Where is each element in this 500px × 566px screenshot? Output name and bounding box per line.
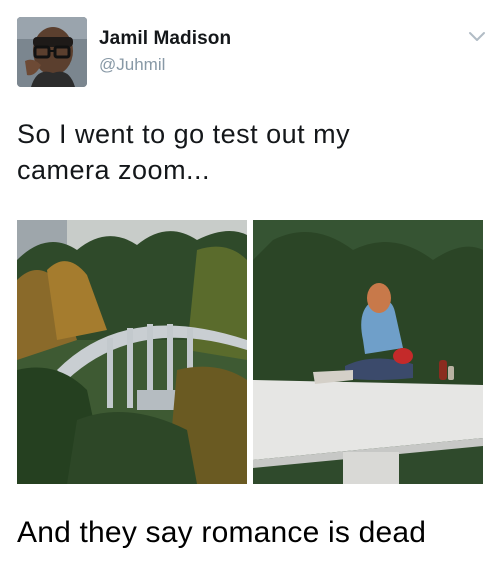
author-handle[interactable]: @Juhmil [99,55,165,75]
tweet-media [17,220,483,484]
photo-bridge-wide[interactable] [17,220,247,484]
tweet-text: So I went to go test out my camera zoom.… [17,116,477,188]
photo-bridge-zoomed[interactable] [253,220,483,484]
chevron-down-icon[interactable] [468,30,486,44]
avatar[interactable] [17,17,87,87]
tweet-header: Jamil Madison @Juhmil [0,0,500,100]
author-name[interactable]: Jamil Madison [99,28,231,50]
tweet-text-line-2: camera zoom... [17,155,211,185]
image-caption: And they say romance is dead [17,516,427,549]
tweet-text-line-1: So I went to go test out my [17,119,351,149]
